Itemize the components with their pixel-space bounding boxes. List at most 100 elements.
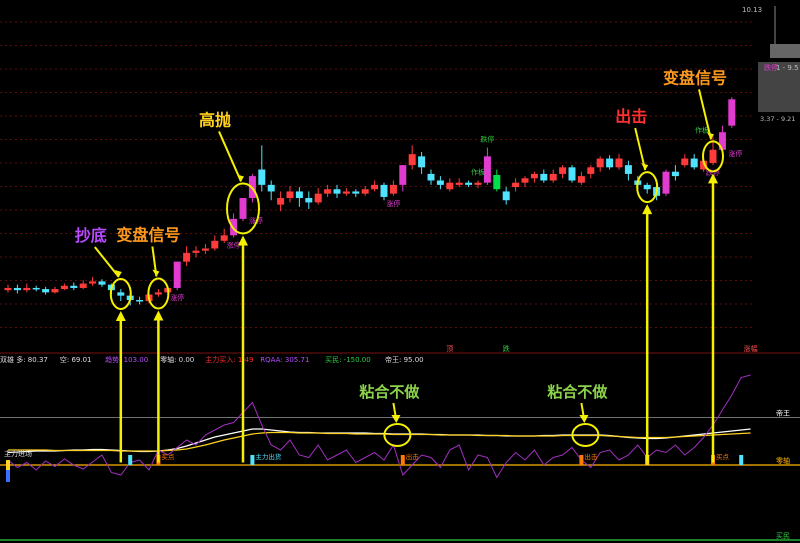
signal-label: 出击 xyxy=(406,452,420,461)
candle-body xyxy=(446,182,454,190)
legend-item: 零轴: 0.00 xyxy=(160,355,194,364)
signal-bar xyxy=(128,455,133,465)
candle-body xyxy=(258,169,266,185)
candle-body xyxy=(399,165,407,185)
candle-body xyxy=(70,285,78,288)
candle-label: 作板 xyxy=(471,167,485,176)
indicator-left-label: 主力进场 xyxy=(4,449,32,458)
candle-body xyxy=(42,289,50,293)
legend-item: 双雄 多: 80.37 xyxy=(0,355,48,364)
candle-body xyxy=(671,171,679,177)
candle-body xyxy=(136,300,144,302)
left-signal-bar xyxy=(6,460,10,470)
candle-body xyxy=(624,165,632,174)
candle-body xyxy=(681,158,689,166)
candle-body xyxy=(60,285,68,290)
annotation-text: 抄底 xyxy=(75,226,107,245)
candle-body xyxy=(436,180,444,185)
candle-body xyxy=(314,193,322,203)
candle-body xyxy=(690,158,698,168)
candle-body xyxy=(577,176,585,183)
top-price-label: 10.13 xyxy=(742,6,762,14)
candle-body xyxy=(173,261,181,288)
legend-item: 买民: -150.00 xyxy=(325,356,371,364)
candle-body xyxy=(361,189,369,194)
candle xyxy=(173,261,181,291)
candle-body xyxy=(615,158,623,168)
candle-body xyxy=(643,184,651,190)
candle-body xyxy=(389,184,397,194)
candle-body xyxy=(455,182,463,185)
candle-body xyxy=(32,287,40,290)
annotation-text: 变盘信号 xyxy=(116,225,180,244)
candle-body xyxy=(117,292,125,296)
candle-body xyxy=(277,198,285,205)
candle-body xyxy=(502,191,510,201)
candle-body xyxy=(521,178,529,183)
panel-marker: 顶 xyxy=(446,345,453,353)
candle-body xyxy=(324,189,332,194)
candle-label: 涨停 xyxy=(728,149,742,158)
candle-body xyxy=(4,287,12,291)
candle-body xyxy=(79,283,87,288)
candle-body xyxy=(13,287,21,291)
signal-bar xyxy=(250,455,255,465)
axis-box-range: 3.37 - 9.21 xyxy=(760,115,795,123)
candle-label: 跌停 xyxy=(480,135,494,144)
level-label: 零轴 xyxy=(776,456,790,465)
axis-box-value: 1 - 9.5 xyxy=(776,64,799,72)
indicator-annotation-text: 粘合不做 xyxy=(359,383,420,401)
candle xyxy=(239,198,247,222)
candle-body xyxy=(342,191,350,194)
annotation-text: 高抛 xyxy=(199,110,231,129)
legend-item: 趋势: 103.00 xyxy=(105,355,148,364)
candle-label: 涨停 xyxy=(386,199,400,208)
candle-body xyxy=(606,158,614,168)
left-signal-bar-blue xyxy=(6,470,10,482)
signal-label: 买点 xyxy=(716,453,730,461)
candle-body xyxy=(371,184,379,190)
candle-body xyxy=(512,182,520,188)
candle-body xyxy=(333,189,341,194)
candle-body xyxy=(568,167,576,181)
candle-body xyxy=(662,171,670,194)
candle-body xyxy=(474,182,482,185)
candle-body xyxy=(549,173,557,181)
candle-body xyxy=(154,292,162,295)
candle-body xyxy=(418,156,426,168)
annotation-text: 变盘信号 xyxy=(663,68,727,87)
candle-body xyxy=(267,184,275,192)
signal-bar xyxy=(739,455,744,465)
candle-body xyxy=(183,252,191,262)
level-label: 买民 xyxy=(776,532,790,540)
signal-label: 主力出货 xyxy=(255,452,282,461)
candle-body xyxy=(23,287,31,291)
legend-item: 空: 69.01 xyxy=(60,355,92,364)
candle-body xyxy=(587,167,595,174)
panel-marker: 涨幅 xyxy=(744,344,758,353)
indicator-legend: 双雄 多: 80.37 空: 69.01 趋势: 103.00 零轴: 0.00 主力买… xyxy=(0,355,424,364)
candle-body xyxy=(192,250,200,253)
candle-body xyxy=(709,149,717,163)
signal-label: 买点 xyxy=(161,453,175,461)
candle xyxy=(568,165,576,183)
candle-body xyxy=(728,99,736,126)
candle-body xyxy=(427,173,435,181)
candle-body xyxy=(530,173,538,179)
candle-body xyxy=(98,281,106,285)
candle-body xyxy=(220,235,228,241)
candle xyxy=(728,97,736,128)
candle-body xyxy=(596,158,604,168)
candle-body xyxy=(89,281,97,284)
candle-body xyxy=(51,289,59,293)
candle-body xyxy=(559,167,567,174)
signal-bar xyxy=(579,455,584,465)
candle-label: 作板 xyxy=(695,126,709,135)
candle-body xyxy=(493,175,501,190)
candle-body xyxy=(465,182,473,185)
signal-bar xyxy=(400,455,405,465)
panel-marker: 跌 xyxy=(503,344,510,353)
legend-item: 帝王: 95.00 xyxy=(385,355,424,364)
indicator-annotation-text: 粘合不做 xyxy=(547,383,608,401)
level-label: 帝王 xyxy=(776,409,790,418)
